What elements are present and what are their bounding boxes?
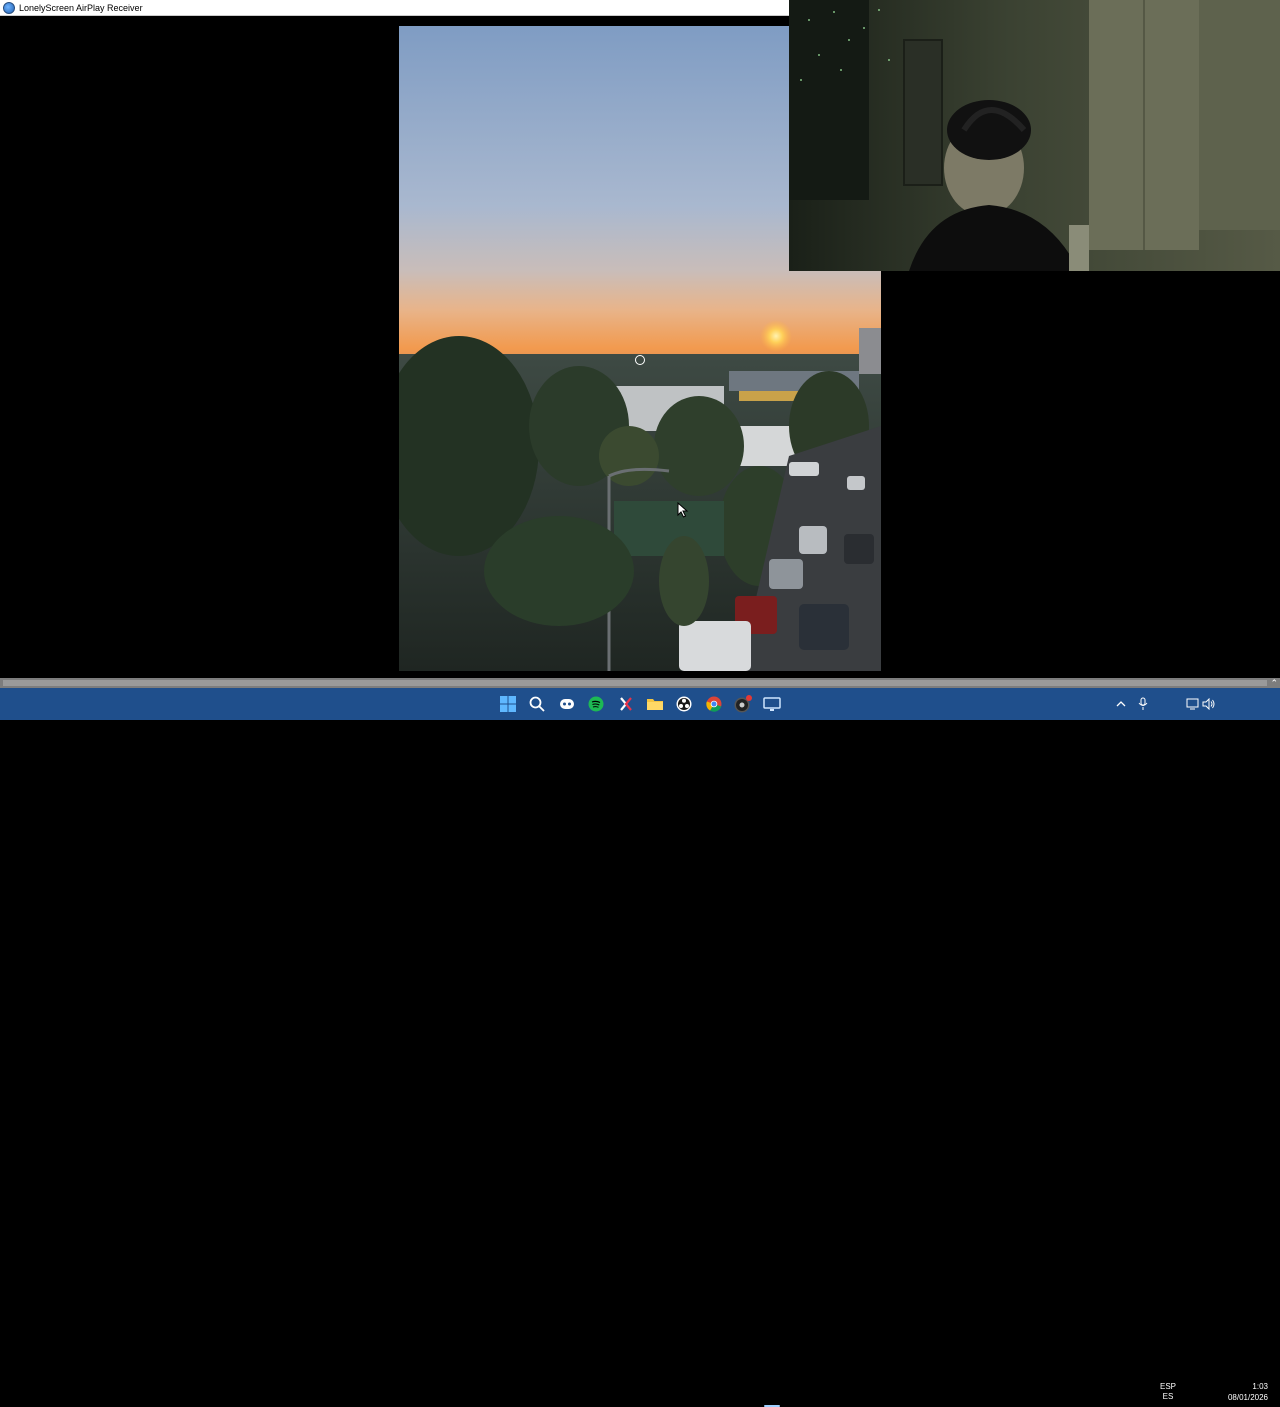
webcam-feed: [789, 0, 1280, 271]
obs-icon[interactable]: [675, 695, 693, 713]
lonelyscreen-taskbar-icon[interactable]: [763, 695, 781, 713]
lonelyscreen-app-icon: [3, 1, 15, 14]
scrollbar-thumb[interactable]: [3, 680, 1267, 686]
capcut-icon[interactable]: [617, 695, 635, 713]
chrome-notification-icon[interactable]: [734, 695, 752, 713]
clock-time: 1:03: [1252, 1382, 1268, 1391]
discord-icon[interactable]: [558, 695, 576, 713]
mouse-pointer-icon: [677, 501, 689, 523]
window-title: LonelyScreen AirPlay Receiver: [19, 2, 143, 13]
spotify-icon[interactable]: [587, 695, 605, 713]
show-hidden-icons-chevron-icon[interactable]: [1112, 695, 1130, 713]
window-titlebar[interactable]: LonelyScreen AirPlay Receiver: [0, 0, 789, 16]
chevron-up-icon[interactable]: ⌃: [1270, 679, 1278, 688]
search-icon[interactable]: [528, 695, 546, 713]
taskbar: ESP ES 1:03 08/01/2026: [0, 688, 1280, 1407]
touch-indicator: [635, 355, 645, 365]
system-clock[interactable]: 1:03 08/01/2026: [1222, 1381, 1268, 1403]
lonelyscreen-window: LonelyScreen AirPlay Receiver ⌃: [0, 0, 1280, 688]
horizontal-scrollbar[interactable]: [0, 678, 1280, 688]
input-language-indicator[interactable]: ESP ES: [1156, 1382, 1180, 1402]
volume-icon[interactable]: [1200, 695, 1218, 713]
clock-date: 08/01/2026: [1227, 1393, 1268, 1402]
windows-start-icon[interactable]: [499, 695, 517, 713]
microphone-icon[interactable]: [1134, 695, 1152, 713]
chrome-icon[interactable]: [705, 695, 723, 713]
keyboard-layout-code: ES: [1162, 1392, 1174, 1401]
file-explorer-icon[interactable]: [646, 695, 664, 713]
language-code: ESP: [1159, 1382, 1176, 1391]
